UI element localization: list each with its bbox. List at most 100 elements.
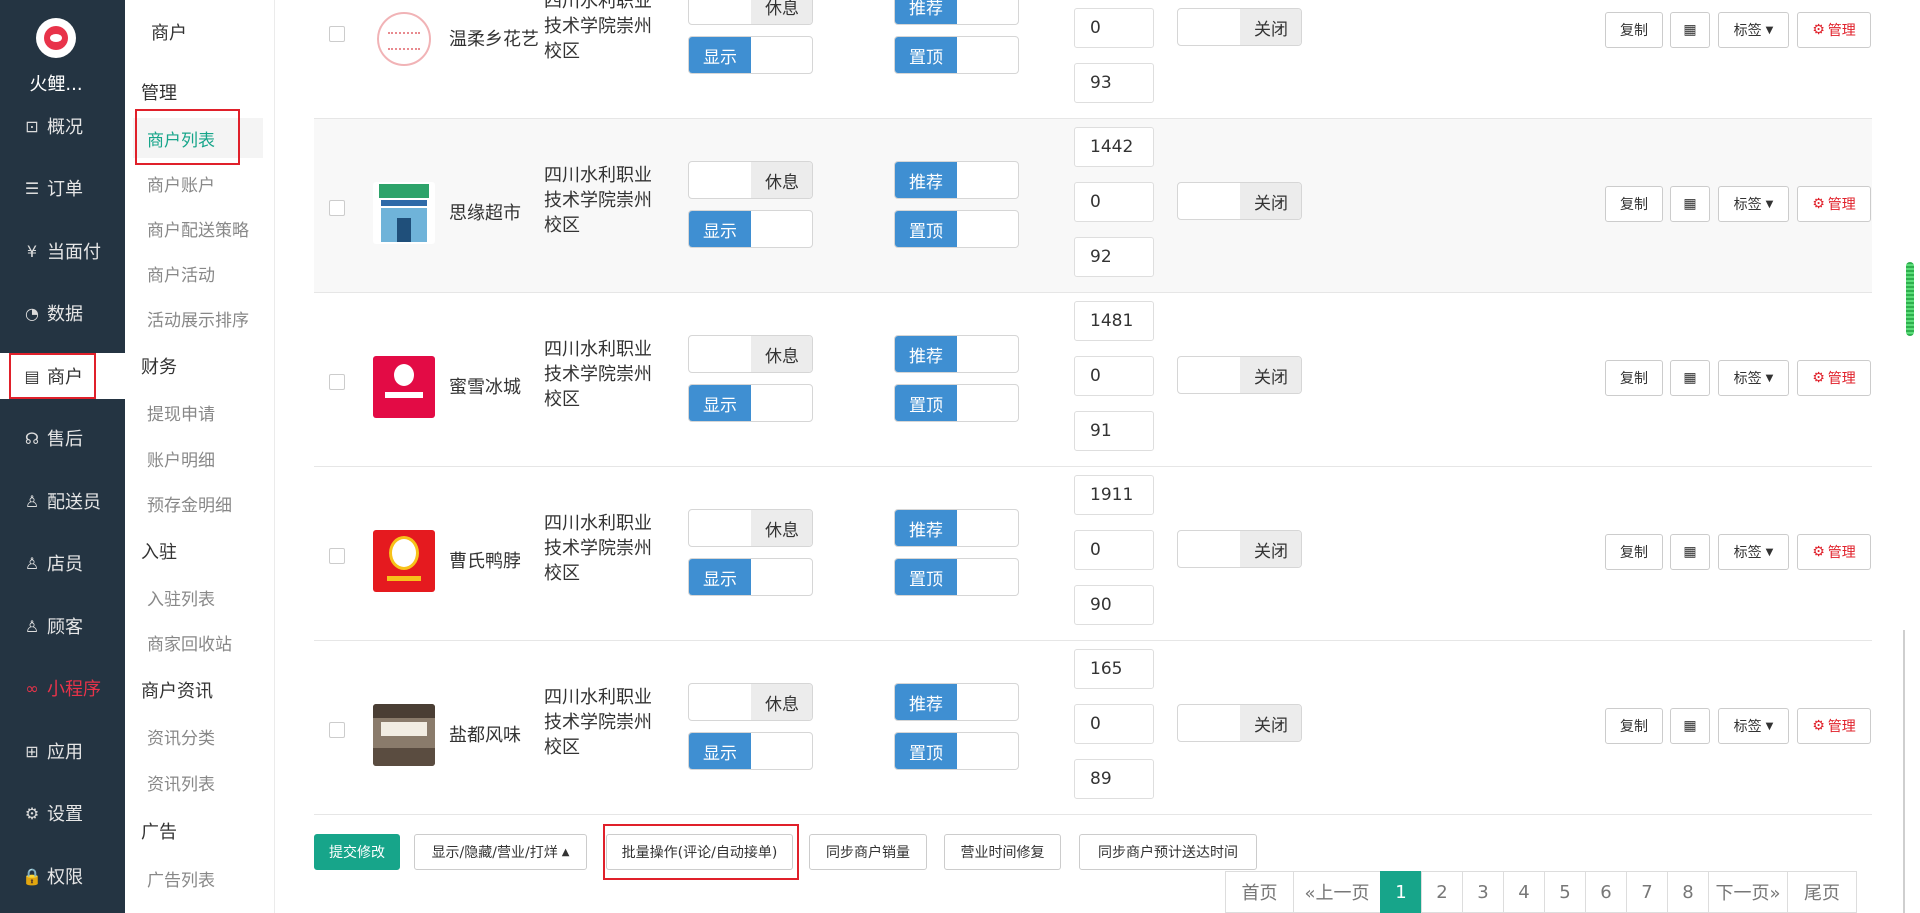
- show-hide-dropdown-button[interactable]: 显示/隐藏/营业/打烊 ▲: [414, 834, 587, 870]
- subnav-item-onboarding-list[interactable]: 入驻列表: [147, 585, 215, 610]
- rank-input[interactable]: 91: [1074, 411, 1154, 451]
- pager-next[interactable]: 下一页»: [1708, 871, 1788, 913]
- pager-last[interactable]: 尾页: [1787, 871, 1857, 913]
- tag-dropdown-button[interactable]: 标签 ▼: [1718, 708, 1789, 744]
- subnav-item-ad-list[interactable]: 广告列表: [147, 866, 215, 891]
- recommend-toggle[interactable]: 推荐: [894, 0, 1019, 25]
- rest-toggle[interactable]: 休息: [688, 683, 813, 721]
- tag-dropdown-button[interactable]: 标签 ▼: [1718, 534, 1789, 570]
- nav-item-customers[interactable]: ♙ 顾客: [0, 603, 125, 649]
- manage-button[interactable]: ⚙ 管理: [1797, 534, 1871, 570]
- row-checkbox[interactable]: [329, 722, 345, 738]
- row-checkbox[interactable]: [329, 548, 345, 564]
- subnav-item-news-categories[interactable]: 资讯分类: [147, 724, 215, 749]
- pager-first[interactable]: 首页: [1225, 871, 1294, 913]
- nav-item-staff[interactable]: ♙ 店员: [0, 540, 125, 586]
- nav-item-orders[interactable]: ☰ 订单: [0, 165, 125, 211]
- sync-eta-button[interactable]: 同步商户预计送达时间: [1079, 834, 1257, 870]
- nav-item-couriers[interactable]: ♙ 配送员: [0, 478, 125, 524]
- pager-page[interactable]: 7: [1626, 871, 1668, 913]
- pin-toggle[interactable]: 置顶: [894, 210, 1019, 248]
- qrcode-icon[interactable]: ▦: [1670, 708, 1710, 744]
- show-toggle[interactable]: 显示: [688, 210, 813, 248]
- pager-page[interactable]: 4: [1503, 871, 1545, 913]
- show-toggle[interactable]: 显示: [688, 384, 813, 422]
- manage-button[interactable]: ⚙ 管理: [1797, 708, 1871, 744]
- pager-page[interactable]: 8: [1667, 871, 1709, 913]
- stock-input[interactable]: 0: [1074, 8, 1154, 48]
- nav-item-aftersale[interactable]: ☊ 售后: [0, 415, 125, 461]
- nav-item-facepay[interactable]: ¥ 当面付: [0, 228, 125, 274]
- nav-item-permissions[interactable]: 🔒 权限: [0, 853, 125, 899]
- close-toggle[interactable]: 关闭: [1177, 182, 1302, 220]
- recommend-toggle[interactable]: 推荐: [894, 509, 1019, 547]
- row-checkbox[interactable]: [329, 200, 345, 216]
- nav-item-merchants[interactable]: ▤ 商户: [0, 353, 125, 399]
- qrcode-icon[interactable]: ▦: [1670, 186, 1710, 222]
- close-toggle[interactable]: 关闭: [1177, 356, 1302, 394]
- row-checkbox[interactable]: [329, 374, 345, 390]
- nav-item-overview[interactable]: ⊡ 概况: [0, 103, 125, 149]
- batch-operation-button[interactable]: 批量操作(评论/自动接单): [606, 834, 793, 870]
- rank-input[interactable]: 90: [1074, 585, 1154, 625]
- copy-button[interactable]: 复制: [1605, 534, 1663, 570]
- brand-logo[interactable]: [36, 18, 76, 58]
- rest-toggle[interactable]: 休息: [688, 335, 813, 373]
- nav-item-settings[interactable]: ⚙ 设置: [0, 790, 125, 836]
- recommend-toggle[interactable]: 推荐: [894, 683, 1019, 721]
- pin-toggle[interactable]: 置顶: [894, 558, 1019, 596]
- rank-input[interactable]: 92: [1074, 237, 1154, 277]
- pager-page[interactable]: 6: [1585, 871, 1627, 913]
- close-toggle[interactable]: 关闭: [1177, 530, 1302, 568]
- close-toggle[interactable]: 关闭: [1177, 704, 1302, 742]
- pin-toggle[interactable]: 置顶: [894, 36, 1019, 74]
- show-toggle[interactable]: 显示: [688, 732, 813, 770]
- scrollbar-thumb[interactable]: [1906, 262, 1914, 336]
- recommend-toggle[interactable]: 推荐: [894, 161, 1019, 199]
- pager-page[interactable]: 1: [1380, 871, 1422, 913]
- recommend-toggle[interactable]: 推荐: [894, 335, 1019, 373]
- subnav-item-merchant-activities[interactable]: 商户活动: [147, 261, 215, 286]
- close-toggle[interactable]: 关闭: [1177, 8, 1302, 46]
- rest-toggle[interactable]: 休息: [688, 0, 813, 25]
- stock-input[interactable]: 0: [1074, 182, 1154, 222]
- qrcode-icon[interactable]: ▦: [1670, 534, 1710, 570]
- sort-input[interactable]: 1442: [1074, 127, 1154, 167]
- subnav-item-activity-sort[interactable]: 活动展示排序: [147, 306, 249, 331]
- row-checkbox[interactable]: [329, 26, 345, 42]
- subnav-item-merchant-list[interactable]: 商户列表: [147, 126, 215, 151]
- pin-toggle[interactable]: 置顶: [894, 384, 1019, 422]
- show-toggle[interactable]: 显示: [688, 558, 813, 596]
- tag-dropdown-button[interactable]: 标签 ▼: [1718, 360, 1789, 396]
- qrcode-icon[interactable]: ▦: [1670, 12, 1710, 48]
- rank-input[interactable]: 93: [1074, 63, 1154, 103]
- rest-toggle[interactable]: 休息: [688, 161, 813, 199]
- qrcode-icon[interactable]: ▦: [1670, 360, 1710, 396]
- sync-sales-button[interactable]: 同步商户销量: [809, 834, 927, 870]
- rest-toggle[interactable]: 休息: [688, 509, 813, 547]
- stock-input[interactable]: 0: [1074, 530, 1154, 570]
- copy-button[interactable]: 复制: [1605, 360, 1663, 396]
- tag-dropdown-button[interactable]: 标签 ▼: [1718, 186, 1789, 222]
- pager-page[interactable]: 2: [1421, 871, 1463, 913]
- stock-input[interactable]: 0: [1074, 704, 1154, 744]
- manage-button[interactable]: ⚙ 管理: [1797, 186, 1871, 222]
- copy-button[interactable]: 复制: [1605, 708, 1663, 744]
- submit-changes-button[interactable]: 提交修改: [314, 834, 400, 870]
- nav-item-data[interactable]: ◔ 数据: [0, 290, 125, 336]
- copy-button[interactable]: 复制: [1605, 186, 1663, 222]
- rank-input[interactable]: 89: [1074, 759, 1154, 799]
- stock-input[interactable]: 0: [1074, 356, 1154, 396]
- manage-button[interactable]: ⚙ 管理: [1797, 12, 1871, 48]
- sort-input[interactable]: 165: [1074, 649, 1154, 689]
- fix-hours-button[interactable]: 营业时间修复: [944, 834, 1061, 870]
- subnav-item-merchant-accounts[interactable]: 商户账户: [147, 171, 215, 196]
- subnav-item-delivery-strategy[interactable]: 商户配送策略: [147, 216, 249, 241]
- show-toggle[interactable]: 显示: [688, 36, 813, 74]
- nav-item-miniapp[interactable]: ∞ 小程序: [0, 665, 125, 711]
- subnav-item-account-detail[interactable]: 账户明细: [147, 446, 215, 471]
- subnav-item-recycle-bin[interactable]: 商家回收站: [147, 630, 232, 655]
- copy-button[interactable]: 复制: [1605, 12, 1663, 48]
- pager-page[interactable]: 3: [1462, 871, 1504, 913]
- sort-input[interactable]: 1911: [1074, 475, 1154, 515]
